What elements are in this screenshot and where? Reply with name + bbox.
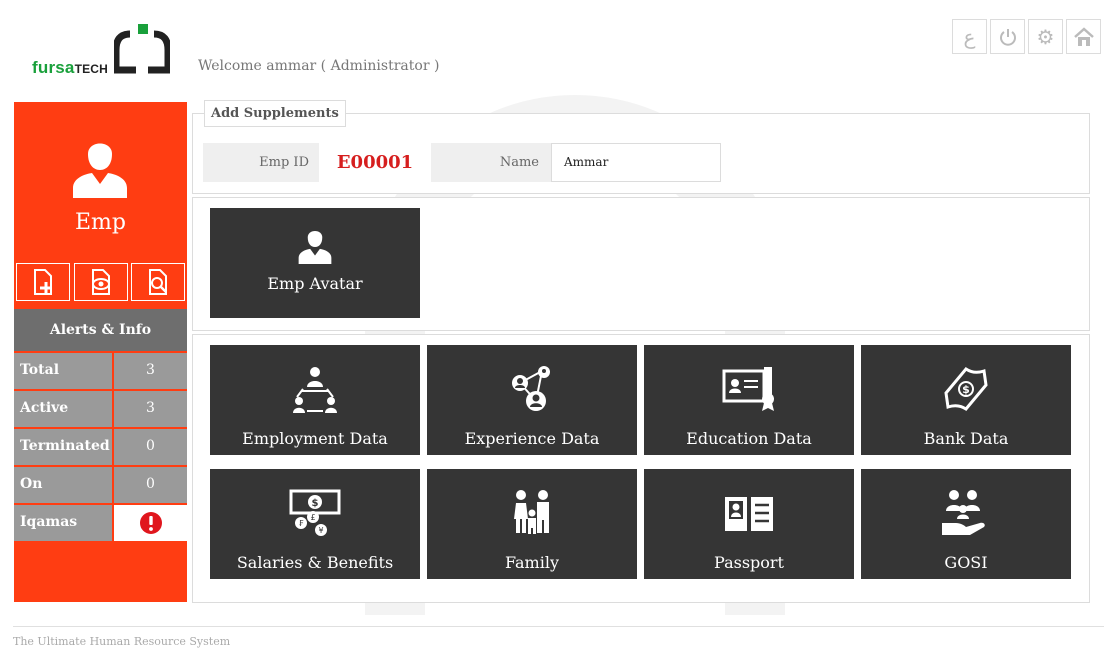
- alert-value: 3: [114, 353, 187, 389]
- fursatech-logo: fursaTECH: [30, 20, 172, 78]
- home-icon[interactable]: [1066, 19, 1101, 54]
- svg-text:₣: ₣: [298, 519, 303, 528]
- tile-label: Experience Data: [464, 429, 600, 448]
- employee-fields: Emp ID E00001 Name Ammar: [203, 143, 721, 182]
- alert-value: 3: [114, 391, 187, 427]
- passport-icon: [725, 497, 773, 531]
- sidebar-header: Emp: [14, 102, 187, 260]
- certificate-icon: [722, 367, 774, 411]
- logo-mark-icon: [114, 24, 170, 74]
- alerts-info-title: Alerts & Info: [14, 309, 187, 351]
- bank-data-tile[interactable]: $ Bank Data: [861, 345, 1071, 455]
- gosi-tile[interactable]: GOSI: [861, 469, 1071, 579]
- alert-label: Terminated: [14, 429, 114, 465]
- alert-label: Total: [14, 353, 114, 389]
- alert-label: On Vacation: [14, 467, 114, 526]
- tile-label: Emp Avatar: [267, 274, 363, 293]
- emp-id-value: E00001: [319, 143, 431, 182]
- alert-row-active[interactable]: Active 3: [14, 389, 187, 427]
- tile-label: Employment Data: [242, 429, 388, 448]
- top-toolbar: ع ⚙: [952, 19, 1101, 54]
- add-document-icon[interactable]: [16, 263, 70, 301]
- emp-id-label: Emp ID: [203, 143, 319, 182]
- svg-text:£: £: [310, 513, 315, 522]
- person-icon: [298, 230, 332, 264]
- view-document-icon[interactable]: [73, 263, 128, 301]
- alert-row-on-vacation[interactable]: On Vacation 0: [14, 465, 187, 526]
- name-field[interactable]: Ammar: [551, 143, 721, 182]
- currency-icon: $ ₣ £ ¥: [289, 489, 341, 536]
- tile-label: Passport: [714, 553, 784, 572]
- family-tile[interactable]: Family: [427, 469, 637, 579]
- salaries-benefits-tile[interactable]: $ ₣ £ ¥ Salaries & Benefits: [210, 469, 420, 579]
- svg-text:$: $: [962, 383, 970, 396]
- arabic-language-icon[interactable]: ع: [952, 19, 987, 54]
- tile-label: Bank Data: [923, 429, 1009, 448]
- education-data-tile[interactable]: Education Data: [644, 345, 854, 455]
- search-document-icon[interactable]: [131, 263, 185, 301]
- footer-tagline: The Ultimate Human Resource System: [13, 635, 231, 648]
- alert-value: [114, 505, 187, 541]
- svg-text:$: $: [312, 498, 319, 509]
- tile-label: Education Data: [686, 429, 812, 448]
- money-bill-icon: $: [944, 367, 988, 411]
- logo-text: fursaTECH: [32, 58, 109, 77]
- alert-value: 0: [114, 467, 187, 503]
- alert-label: Active: [14, 391, 114, 427]
- alert-value: 0: [114, 429, 187, 465]
- network-people-icon: [512, 366, 550, 411]
- sidebar-title: Emp: [74, 210, 126, 235]
- tile-label: Salaries & Benefits: [236, 553, 394, 572]
- power-icon[interactable]: [990, 19, 1025, 54]
- sidebar: Emp Alerts & Info Total 3 Active 3 Termi…: [14, 102, 187, 602]
- footer-divider: [13, 626, 1104, 627]
- tile-label: GOSI: [944, 553, 988, 572]
- experience-data-tile[interactable]: Experience Data: [427, 345, 637, 455]
- family-icon: [514, 490, 549, 534]
- alert-row-terminated[interactable]: Terminated 0: [14, 427, 187, 465]
- sidebar-actions: [14, 260, 187, 302]
- person-icon: [73, 143, 127, 198]
- emp-avatar-tile[interactable]: Emp Avatar: [210, 208, 420, 318]
- warning-icon: [139, 512, 162, 534]
- tile-label: Family: [505, 553, 559, 572]
- alert-row-iqamas[interactable]: Iqamas: [14, 503, 187, 541]
- alert-label: Iqamas: [14, 505, 114, 541]
- org-chart-icon: [293, 367, 337, 413]
- employment-data-tile[interactable]: Employment Data: [210, 345, 420, 455]
- add-supplements-legend: Add Supplements: [204, 100, 346, 127]
- svg-text:¥: ¥: [318, 526, 323, 535]
- alert-row-total[interactable]: Total 3: [14, 351, 187, 389]
- passport-tile[interactable]: Passport: [644, 469, 854, 579]
- insurance-hand-icon: [942, 490, 985, 535]
- name-label: Name: [431, 143, 551, 182]
- welcome-message: Welcome ammar ( Administrator ): [198, 58, 440, 74]
- gear-icon[interactable]: ⚙: [1028, 19, 1063, 54]
